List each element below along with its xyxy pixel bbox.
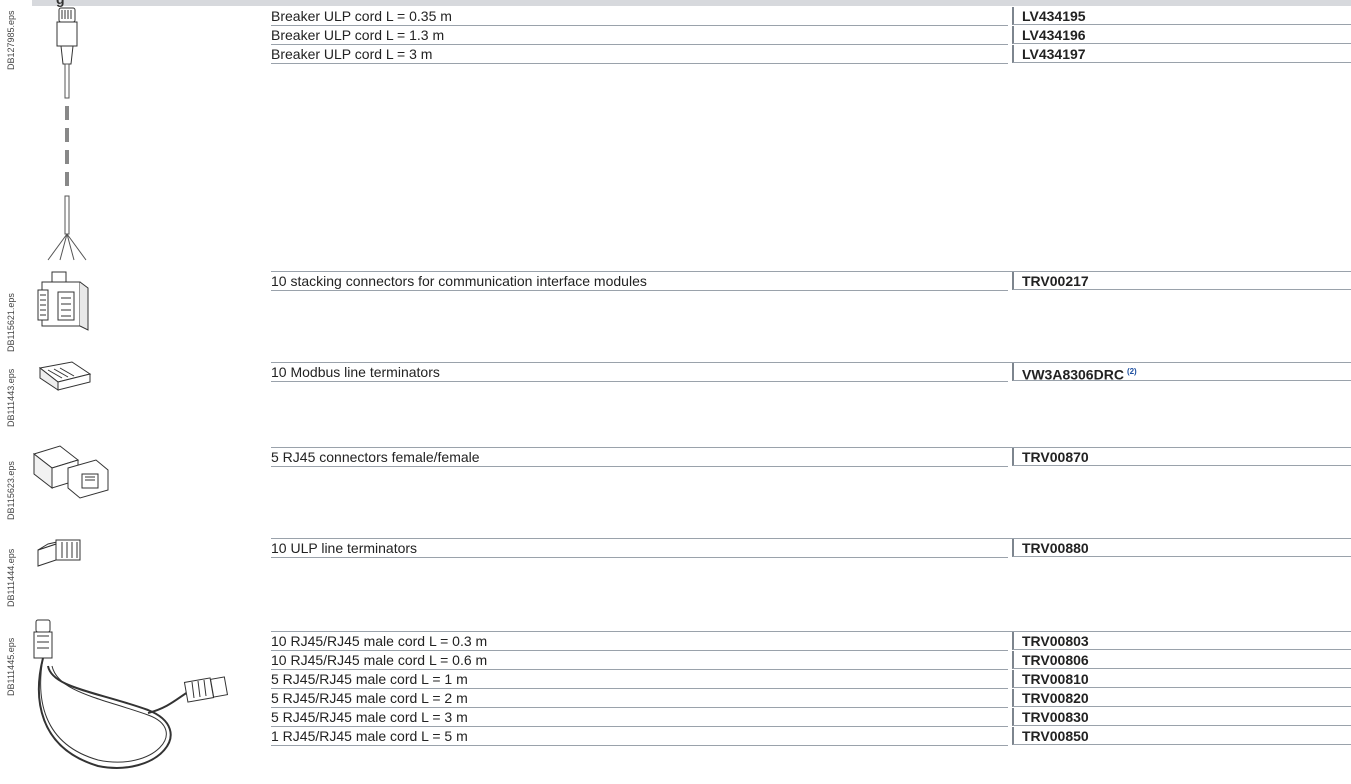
modbus-table: 10 Modbus line terminators VW3A8306DRC (2… bbox=[271, 362, 1351, 383]
item-reference: LV434195 bbox=[1012, 7, 1351, 25]
rj45-coupler-illustration bbox=[32, 445, 109, 499]
table-row: 10 RJ45/RJ45 male cord L = 0.6 m TRV0080… bbox=[271, 651, 1351, 670]
breaker-cords-table: Breaker ULP cord L = 0.35 m LV434195 Bre… bbox=[271, 7, 1351, 64]
item-reference: VW3A8306DRC (2) bbox=[1012, 363, 1351, 383]
item-reference: TRV00806 bbox=[1012, 651, 1351, 669]
rj45-cords-table: 10 RJ45/RJ45 male cord L = 0.3 m TRV0080… bbox=[271, 631, 1351, 746]
item-description: 10 RJ45/RJ45 male cord L = 0.6 m bbox=[271, 651, 1008, 670]
item-reference: LV434197 bbox=[1012, 45, 1351, 63]
item-reference: TRV00880 bbox=[1012, 539, 1351, 557]
ulp-terminators-table: 10 ULP line terminators TRV00880 bbox=[271, 538, 1351, 558]
rj45-connectors-table: 5 RJ45 connectors female/female TRV00870 bbox=[271, 447, 1351, 467]
item-description: 5 RJ45 connectors female/female bbox=[271, 448, 1008, 467]
table-row: 5 RJ45/RJ45 male cord L = 2 m TRV00820 bbox=[271, 689, 1351, 708]
table-row: Breaker ULP cord L = 3 m LV434197 bbox=[271, 45, 1351, 64]
item-reference: TRV00217 bbox=[1012, 272, 1351, 290]
modbus-terminator-illustration bbox=[38, 361, 92, 391]
table-row: 1 RJ45/RJ45 male cord L = 5 m TRV00850 bbox=[271, 727, 1351, 746]
table-row: 10 Modbus line terminators VW3A8306DRC (2… bbox=[271, 362, 1351, 383]
item-description: Breaker ULP cord L = 0.35 m bbox=[271, 7, 1008, 26]
item-description: 5 RJ45/RJ45 male cord L = 2 m bbox=[271, 689, 1008, 708]
item-description: 10 RJ45/RJ45 male cord L = 0.3 m bbox=[271, 632, 1008, 651]
item-description: 1 RJ45/RJ45 male cord L = 5 m bbox=[271, 727, 1008, 746]
table-row: 10 stacking connectors for communication… bbox=[271, 271, 1351, 291]
item-reference: TRV00810 bbox=[1012, 670, 1351, 688]
footnote-marker: (2) bbox=[1126, 367, 1137, 376]
table-row: 10 RJ45/RJ45 male cord L = 0.3 m TRV0080… bbox=[271, 631, 1351, 651]
item-reference: TRV00850 bbox=[1012, 727, 1351, 745]
rj45-cord-illustration bbox=[33, 619, 229, 769]
item-description: 10 ULP line terminators bbox=[271, 539, 1008, 558]
stacking-table: 10 stacking connectors for communication… bbox=[271, 271, 1351, 291]
item-reference: TRV00870 bbox=[1012, 448, 1351, 466]
item-reference: TRV00830 bbox=[1012, 708, 1351, 726]
table-row: 5 RJ45/RJ45 male cord L = 3 m TRV00830 bbox=[271, 708, 1351, 727]
table-row: Breaker ULP cord L = 0.35 m LV434195 bbox=[271, 7, 1351, 26]
table-row: 10 ULP line terminators TRV00880 bbox=[271, 538, 1351, 558]
table-row: Breaker ULP cord L = 1.3 m LV434196 bbox=[271, 26, 1351, 45]
ulp-cord-illustration bbox=[47, 7, 87, 261]
item-description: 10 stacking connectors for communication… bbox=[271, 272, 1008, 291]
item-reference: TRV00803 bbox=[1012, 632, 1351, 650]
table-row: 5 RJ45 connectors female/female TRV00870 bbox=[271, 447, 1351, 467]
table-row: 5 RJ45/RJ45 male cord L = 1 m TRV00810 bbox=[271, 670, 1351, 689]
item-description: 5 RJ45/RJ45 male cord L = 1 m bbox=[271, 670, 1008, 689]
section-header-bar: g bbox=[32, 0, 1351, 6]
item-description: 5 RJ45/RJ45 male cord L = 3 m bbox=[271, 708, 1008, 727]
stacking-connector-illustration bbox=[37, 271, 89, 331]
item-reference: LV434196 bbox=[1012, 26, 1351, 44]
ulp-terminator-illustration bbox=[37, 539, 81, 567]
item-reference: TRV00820 bbox=[1012, 689, 1351, 707]
item-description: Breaker ULP cord L = 1.3 m bbox=[271, 26, 1008, 45]
item-description: 10 Modbus line terminators bbox=[271, 363, 1008, 382]
item-description: Breaker ULP cord L = 3 m bbox=[271, 45, 1008, 64]
